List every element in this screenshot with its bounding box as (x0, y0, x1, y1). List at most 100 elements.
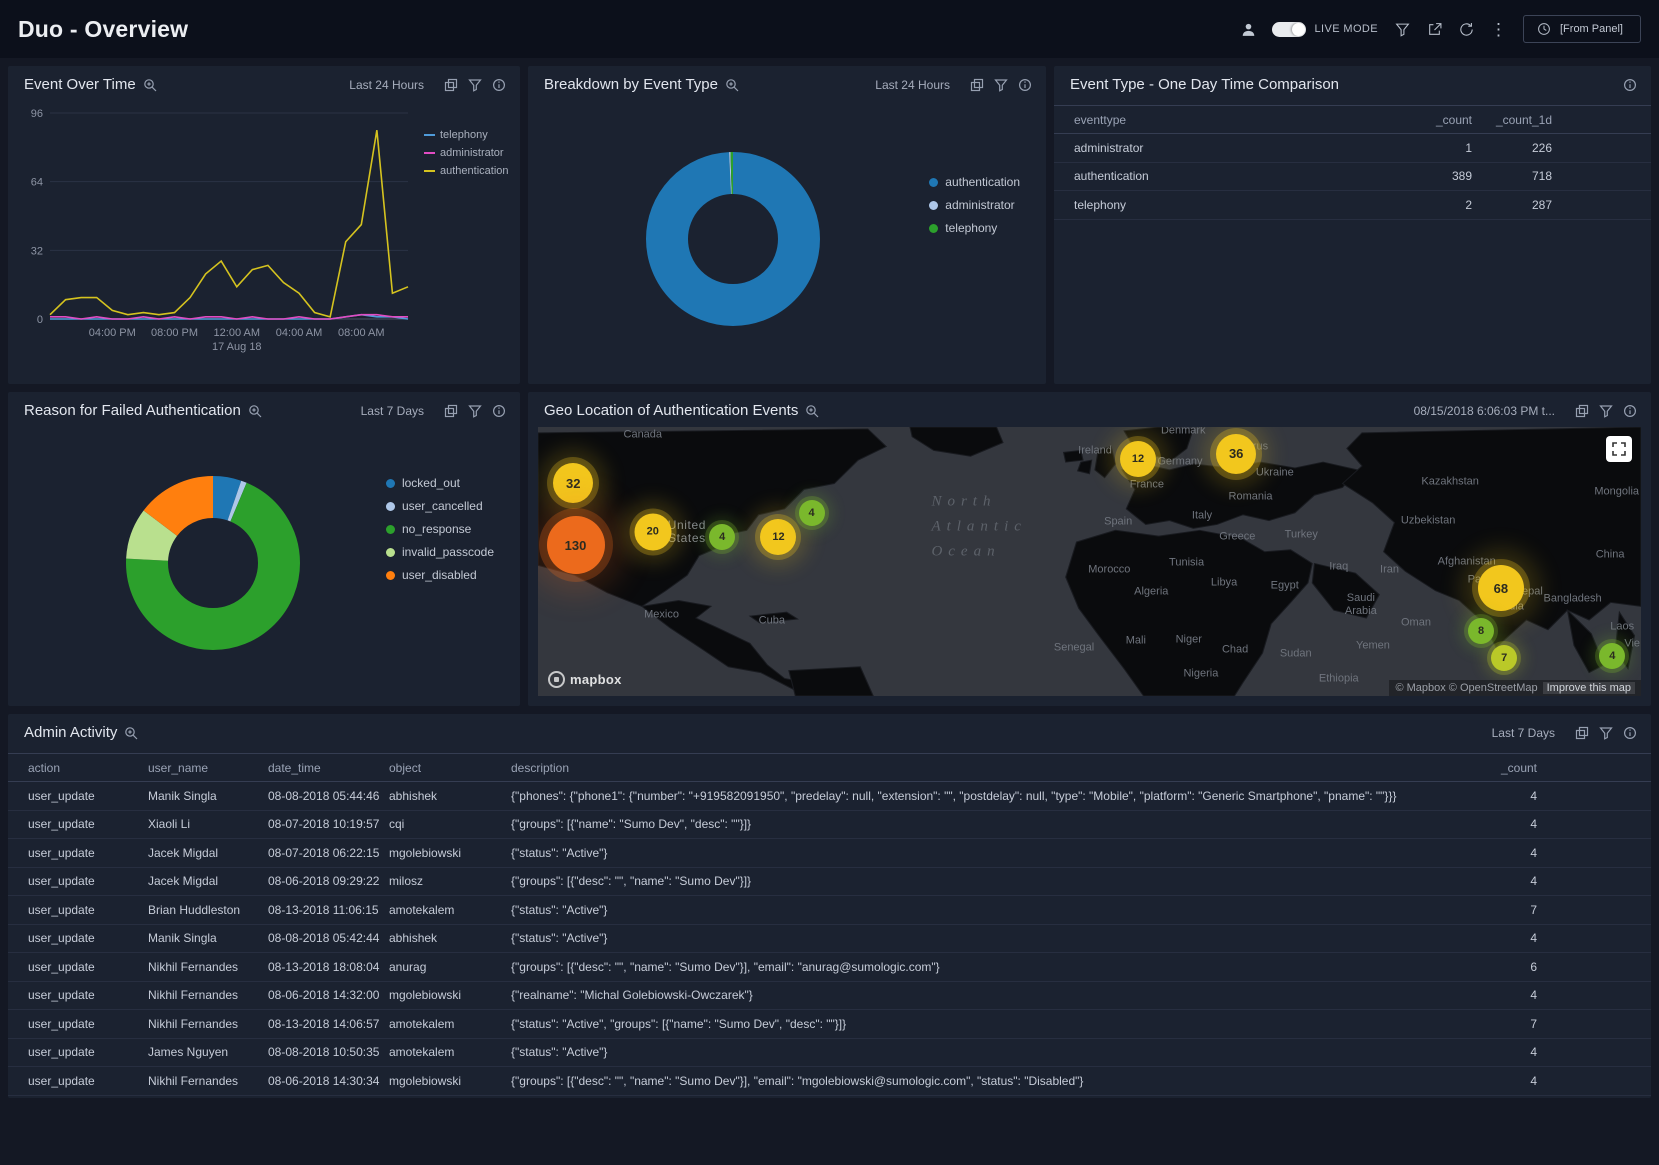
panel-zoom-icon[interactable] (805, 404, 819, 418)
map-bubble[interactable]: 20 (634, 513, 671, 550)
legend-item-telephony[interactable]: telephony (929, 221, 1020, 235)
table-row[interactable]: user_updateManik Singla08-08-2018 05:42:… (8, 925, 1651, 954)
table-cell: Nikhil Fernandes (144, 1017, 264, 1031)
table-cell: 08-13-2018 18:08:04 (264, 960, 385, 974)
map-fullscreen-button[interactable] (1606, 436, 1632, 462)
panel-zoom-icon[interactable] (725, 78, 739, 92)
legend-item-user_cancelled[interactable]: user_cancelled (386, 499, 494, 513)
table-cell: Nikhil Fernandes (144, 960, 264, 974)
legend-swatch (386, 479, 395, 488)
map-bubble[interactable]: 12 (760, 519, 796, 555)
copy-icon[interactable] (443, 403, 458, 418)
table-row[interactable]: user_updateJames Nguyen08-08-2018 10:50:… (8, 1039, 1651, 1068)
column-header-_count_1d[interactable]: _count_1d (1476, 113, 1556, 127)
column-header-_count[interactable]: _count (1396, 113, 1476, 127)
legend-swatch (424, 170, 435, 172)
copy-icon[interactable] (1574, 725, 1589, 740)
copy-icon[interactable] (443, 77, 458, 92)
table-row[interactable]: user_updateXiaoli Li08-07-2018 10:19:57c… (8, 811, 1651, 840)
live-mode-toggle[interactable] (1272, 22, 1306, 37)
table-row[interactable]: user_updateNikhil Fernandes08-13-2018 14… (8, 1010, 1651, 1039)
copy-icon[interactable] (969, 77, 984, 92)
table-row[interactable]: user_updateManik Singla08-08-2018 05:44:… (8, 782, 1651, 811)
info-icon[interactable] (491, 403, 506, 418)
user-icon[interactable] (1240, 21, 1256, 37)
panel-time-range: 08/15/2018 6:06:03 PM t... (1414, 404, 1555, 418)
table-row[interactable]: user_updateJacek Migdal08-07-2018 06:22:… (8, 839, 1651, 868)
refresh-icon[interactable] (1458, 21, 1474, 37)
share-icon[interactable] (1426, 21, 1442, 37)
kebab-menu-icon[interactable]: ⋮ (1490, 21, 1507, 38)
legend-item-telephony[interactable]: telephony (424, 129, 516, 141)
table-row[interactable]: authentication389718 (1054, 163, 1651, 192)
panel-time-range: Last 7 Days (361, 404, 424, 418)
table-row[interactable]: user_updateNikhil Fernandes08-06-2018 14… (8, 982, 1651, 1011)
column-header-object[interactable]: object (385, 761, 507, 775)
table-cell: {"phones": {"phone1": {"number": "+91958… (507, 789, 1489, 803)
legend-item-user_disabled[interactable]: user_disabled (386, 568, 494, 582)
column-header-user_name[interactable]: user_name (144, 761, 264, 775)
column-header-_count[interactable]: _count (1489, 761, 1541, 775)
filter-icon[interactable] (467, 403, 482, 418)
donut-chart-area: authentication administrator telephony (528, 99, 1046, 384)
table-row[interactable]: user_updateNikhil Fernandes08-13-2018 18… (8, 953, 1651, 982)
legend-item-authentication[interactable]: authentication (424, 165, 516, 177)
info-icon[interactable] (1622, 403, 1637, 418)
column-header-description[interactable]: description (507, 761, 1489, 775)
table-cell: mgolebiowski (385, 846, 507, 860)
map-bubble[interactable]: 8 (1468, 618, 1494, 644)
legend-item-locked_out[interactable]: locked_out (386, 476, 494, 490)
map-bubble[interactable]: 68 (1478, 565, 1524, 611)
table-row[interactable]: user_updateJacek Migdal08-06-2018 09:29:… (8, 868, 1651, 897)
table-cell: 226 (1476, 141, 1556, 155)
filter-icon[interactable] (993, 77, 1008, 92)
table-cell: Brian Huddleston (144, 903, 264, 917)
map-bubble[interactable]: 4 (1599, 643, 1625, 669)
legend-label: administrator (945, 198, 1014, 212)
map-attribution: © Mapbox © OpenStreetMap Improve this ma… (1389, 680, 1641, 696)
legend-item-authentication[interactable]: authentication (929, 175, 1020, 189)
table-cell: 08-08-2018 10:50:35 (264, 1045, 385, 1059)
panel-time-range: Last 24 Hours (349, 78, 424, 92)
map-bubble[interactable]: 32 (553, 463, 593, 503)
legend-item-administrator[interactable]: administrator (929, 198, 1020, 212)
column-header-date_time[interactable]: date_time (264, 761, 385, 775)
table-cell: authentication (1070, 169, 1396, 183)
improve-map-link[interactable]: Improve this map (1543, 682, 1635, 694)
panel-zoom-icon[interactable] (143, 78, 157, 92)
legend-item-no_response[interactable]: no_response (386, 522, 494, 536)
filter-icon[interactable] (1598, 403, 1613, 418)
column-header-eventtype[interactable]: eventtype (1070, 113, 1396, 127)
map-bubble[interactable]: 4 (799, 500, 825, 526)
panel-zoom-icon[interactable] (248, 404, 262, 418)
legend-item-invalid_passcode[interactable]: invalid_passcode (386, 545, 494, 559)
mapbox-logo[interactable]: mapbox (548, 671, 622, 688)
copy-icon[interactable] (1574, 403, 1589, 418)
panel-zoom-icon[interactable] (124, 726, 138, 740)
filter-icon[interactable] (1394, 21, 1410, 37)
map-bubble[interactable]: 4 (709, 524, 735, 550)
map-bubble[interactable]: 130 (547, 516, 605, 574)
info-icon[interactable] (1622, 725, 1637, 740)
time-range-selector[interactable]: [From Panel] (1523, 15, 1641, 43)
panel-header: Event Over Time Last 24 Hours (8, 66, 520, 99)
toggle-knob (1292, 23, 1305, 36)
map-bubble[interactable]: 36 (1216, 434, 1256, 474)
map-bubble[interactable]: 12 (1120, 441, 1156, 477)
filter-icon[interactable] (1598, 725, 1613, 740)
top-header: Duo - Overview LIVE MODE ⋮ [From Panel] (0, 0, 1659, 58)
legend-item-administrator[interactable]: administrator (424, 147, 516, 159)
info-icon[interactable] (1622, 77, 1637, 92)
filter-icon[interactable] (467, 77, 482, 92)
table-row[interactable]: telephony2287 (1054, 191, 1651, 220)
table-cell: 08-06-2018 14:30:34 (264, 1074, 385, 1088)
table-row[interactable]: administrator1226 (1054, 134, 1651, 163)
column-header-action[interactable]: action (24, 761, 144, 775)
info-icon[interactable] (1017, 77, 1032, 92)
info-icon[interactable] (491, 77, 506, 92)
map-bubble[interactable]: 7 (1491, 645, 1517, 671)
table-row[interactable]: user_updateNikhil Fernandes08-06-2018 14… (8, 1067, 1651, 1096)
geo-map[interactable]: CanadaDenmarkIrelandGermanyBelarusUkrain… (538, 427, 1641, 696)
table-row[interactable]: user_updateBrian Huddleston08-13-2018 11… (8, 896, 1651, 925)
table-cell: 4 (1489, 817, 1541, 831)
